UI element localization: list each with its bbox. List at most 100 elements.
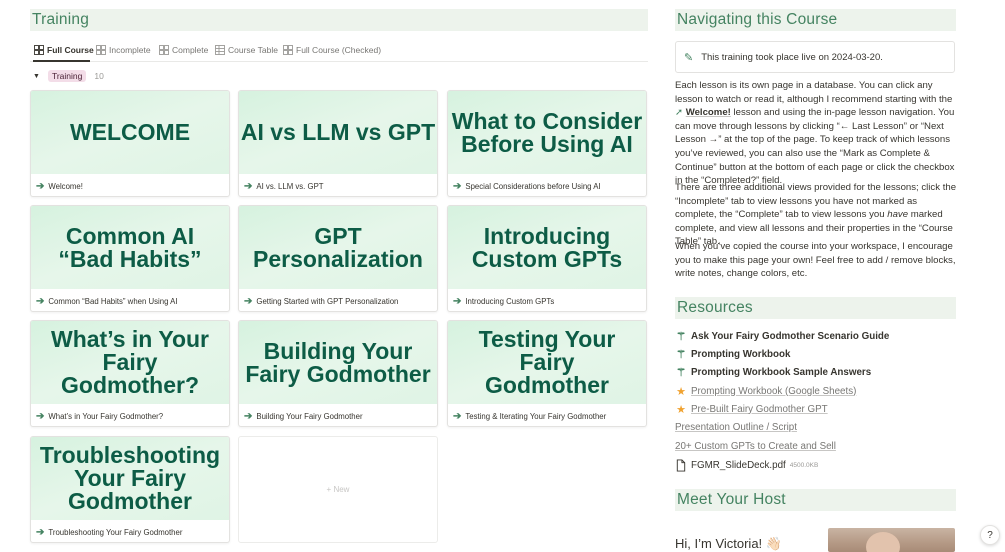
help-button[interactable]: ? (980, 525, 1000, 545)
magic-wand-icon: ⚚ (676, 348, 686, 361)
file-size: 4500.0KB (789, 461, 819, 469)
star-icon: ★ (676, 403, 686, 416)
resource-label: Prompting Workbook Sample Answers (691, 366, 872, 378)
training-title: Training (32, 11, 90, 28)
lesson-card-ai-vs-llm[interactable]: AI vs LLM vs GPT ➔ AI vs. LLM vs. GPT (238, 90, 438, 197)
lesson-card-bad-habits[interactable]: Common AI “Bad Habits” ➔ Common “Bad Habi… (30, 205, 230, 312)
card-cover: What’s in Your Fairy Godmother? (31, 321, 229, 404)
toggle-triangle-icon[interactable]: ▼ (33, 73, 40, 80)
tab-course-table[interactable]: Course Table (215, 42, 278, 58)
tab-incomplete[interactable]: Incomplete (96, 42, 151, 58)
arrow-link-icon: ➚ (675, 107, 684, 119)
tab-label: Incomplete (109, 45, 151, 55)
arrow-right-icon: ➔ (36, 295, 45, 307)
file-icon (676, 458, 686, 472)
group-header-training[interactable]: ▼ Training 10 (33, 69, 104, 83)
tab-label: Full Course (47, 45, 94, 55)
card-cover-text: AI vs LLM vs GPT (240, 119, 436, 145)
card-cover-text: GPT Personalization (253, 222, 423, 272)
resource-custom-gpts[interactable]: 20+ Custom GPTs to Create and Sell (675, 439, 836, 453)
lesson-card-building[interactable]: Building Your Fairy Godmother ➔ Building … (238, 320, 438, 427)
resource-presentation-outline[interactable]: Presentation Outline / Script (675, 420, 797, 434)
magic-wand-icon: ✎ (684, 51, 694, 64)
host-heading: Meet Your Host (675, 489, 956, 511)
card-caption: ➔ What’s in Your Fairy Godmother? (31, 404, 229, 426)
resource-google-sheets[interactable]: ★ Prompting Workbook (Google Sheets) (675, 384, 856, 398)
card-caption: ➔ Testing & Iterating Your Fairy Godmothe… (448, 404, 646, 426)
card-cover-text: What to Consider Before Using AI (451, 107, 643, 157)
card-cover: Introducing Custom GPTs (448, 206, 646, 289)
magic-wand-icon: ⚚ (676, 330, 686, 343)
card-cover: Common AI “Bad Habits” (31, 206, 229, 289)
card-title: AI vs. LLM vs. GPT (256, 181, 324, 191)
card-cover-text: Troubleshooting Your Fairy Godmother (39, 442, 221, 514)
file-name: FGMR_SlideDeck.pdf (691, 459, 786, 471)
star-icon: ★ (676, 385, 686, 398)
tab-label: Full Course (Checked) (296, 45, 382, 55)
resource-label: Prompting Workbook (691, 348, 791, 360)
card-title: Building Your Fairy Godmother (256, 411, 363, 421)
card-cover: WELCOME (31, 91, 229, 174)
gallery-icon (159, 45, 169, 55)
active-tab-indicator (33, 60, 90, 62)
resource-label: 20+ Custom GPTs to Create and Sell (675, 440, 836, 452)
card-cover-text: Introducing Custom GPTs (471, 222, 623, 272)
resources-title: Resources (677, 299, 753, 316)
new-card-button[interactable]: + New (238, 436, 438, 543)
card-cover-text: WELCOME (69, 119, 191, 145)
tab-label: Complete (172, 45, 209, 55)
card-cover: Building Your Fairy Godmother (239, 321, 437, 404)
welcome-link[interactable]: Welcome! (686, 107, 731, 118)
magic-wand-icon: ⚚ (676, 366, 686, 379)
resource-prebuilt-gpt[interactable]: ★ Pre-Built Fairy Godmother GPT (675, 402, 828, 416)
resource-label: Ask Your Fairy Godmother Scenario Guide (691, 330, 890, 342)
tab-full-course[interactable]: Full Course (34, 42, 94, 58)
card-title: Troubleshooting Your Fairy Godmother (48, 527, 183, 537)
card-title: Introducing Custom GPTs (465, 296, 555, 306)
card-caption: ➔ Introducing Custom GPTs (448, 289, 646, 311)
card-title: Getting Started with GPT Personalization (256, 296, 399, 306)
arrow-right-icon: ➔ (36, 410, 45, 422)
arrow-right-icon: ➔ (453, 180, 462, 192)
file-attachment[interactable]: FGMR_SlideDeck.pdf 4500.0KB (675, 458, 818, 472)
para3-text: When you’ve copied the course into your … (675, 241, 956, 280)
card-cover: Troubleshooting Your Fairy Godmother (31, 437, 229, 520)
card-caption: ➔ Special Considerations before Using AI (448, 174, 646, 196)
paragraph-views: There are three additional views provide… (675, 181, 957, 249)
para2-emphasis: have (887, 209, 909, 221)
arrow-right-icon: ➔ (244, 180, 253, 192)
resource-prompting-workbook[interactable]: ⚚ Prompting Workbook (675, 347, 790, 361)
lesson-card-considerations[interactable]: What to Consider Before Using AI ➔ Specia… (447, 90, 647, 197)
tab-full-course-checked[interactable]: Full Course (Checked) (283, 42, 381, 58)
arrow-right-icon: ➔ (453, 410, 462, 422)
card-title: Common “Bad Habits” when Using AI (48, 296, 178, 306)
arrow-right-icon: ➔ (244, 410, 253, 422)
host-photo (828, 528, 955, 552)
card-cover: AI vs LLM vs GPT (239, 91, 437, 174)
lesson-card-whats-in[interactable]: What’s in Your Fairy Godmother? ➔ What’s … (30, 320, 230, 427)
gallery-icon (96, 45, 106, 55)
arrow-right-icon: ➔ (453, 295, 462, 307)
card-caption: ➔ Troubleshooting Your Fairy Godmother (31, 520, 229, 542)
para1-rest: lesson and using the in-page lesson navi… (675, 107, 955, 187)
navigating-title: Navigating this Course (677, 11, 838, 28)
resource-sample-answers[interactable]: ⚚ Prompting Workbook Sample Answers (675, 365, 871, 379)
resource-label: Pre-Built Fairy Godmother GPT (691, 403, 828, 415)
tab-complete[interactable]: Complete (159, 42, 208, 58)
lesson-card-custom-gpts[interactable]: Introducing Custom GPTs ➔ Introducing Cus… (447, 205, 647, 312)
help-label: ? (987, 529, 993, 541)
card-title: Testing & Iterating Your Fairy Godmother (465, 411, 607, 421)
group-tag: Training (47, 70, 87, 82)
resource-label: Prompting Workbook (Google Sheets) (691, 385, 857, 397)
resource-scenario-guide[interactable]: ⚚ Ask Your Fairy Godmother Scenario Guide (675, 329, 889, 343)
lesson-card-gpt-personalization[interactable]: GPT Personalization ➔ Getting Started wit… (238, 205, 438, 312)
resources-heading: Resources (675, 297, 956, 319)
lesson-card-testing[interactable]: Testing Your Fairy Godmother ➔ Testing & … (447, 320, 647, 427)
paragraph-copy: When you’ve copied the course into your … (675, 240, 957, 281)
card-cover: GPT Personalization (239, 206, 437, 289)
lesson-card-troubleshooting[interactable]: Troubleshooting Your Fairy Godmother ➔ Tr… (30, 436, 230, 543)
para1-text: Each lesson is its own page in a databas… (675, 80, 953, 105)
card-cover-text: Common AI “Bad Habits” (58, 222, 202, 272)
lesson-card-welcome[interactable]: WELCOME ➔ Welcome! (30, 90, 230, 197)
card-cover-text: Building Your Fairy Godmother (245, 337, 431, 387)
